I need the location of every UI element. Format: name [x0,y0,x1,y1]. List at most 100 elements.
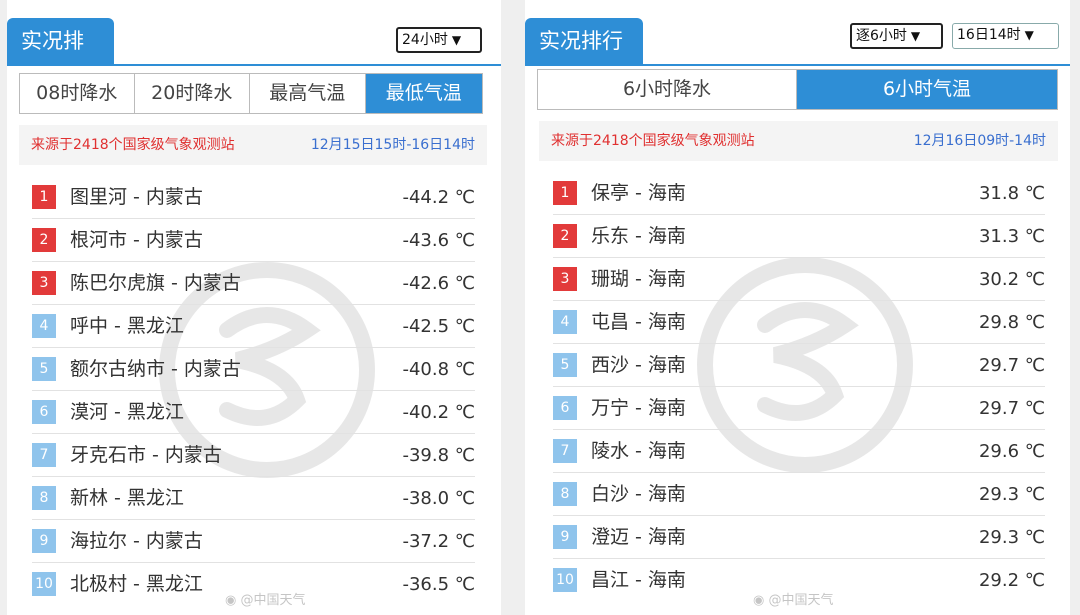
table-row[interactable]: 8 新林 - 黑龙江 -38.0 ℃ [32,477,475,520]
rank-badge: 8 [32,486,56,510]
right-source-bar: 来源于2418个国家级气象观测站 12月16日09时-14时 [539,121,1058,161]
table-row[interactable]: 8 白沙 - 海南 29.3 ℃ [553,473,1045,516]
table-row[interactable]: 1 图里河 - 内蒙古 -44.2 ℃ [32,176,475,219]
station-name: 屯昌 - 海南 [591,311,686,333]
left-tab-bar: 08时降水 20时降水 最高气温 最低气温 [19,73,483,114]
table-row[interactable]: 9 海拉尔 - 内蒙古 -37.2 ℃ [32,520,475,563]
tab-2000-precip[interactable]: 20时降水 [134,74,250,113]
station-value: 29.7 ℃ [978,355,1045,376]
table-row[interactable]: 6 漠河 - 黑龙江 -40.2 ℃ [32,391,475,434]
table-row[interactable]: 5 额尔古纳市 - 内蒙古 -40.8 ℃ [32,348,475,391]
rank-badge: 8 [553,482,577,506]
rank-badge: 3 [553,267,577,291]
station-value: 29.3 ℃ [978,484,1045,505]
station-value: -40.2 ℃ [402,402,475,423]
right-tab-bar: 6小时降水 6小时气温 [537,69,1058,110]
station-value: 31.8 ℃ [978,183,1045,204]
chevron-down-icon: ▼ [910,29,921,43]
table-row[interactable]: 2 乐东 - 海南 31.3 ℃ [553,215,1045,258]
left-source-bar: 来源于2418个国家级气象观测站 12月15日15时-16日14时 [19,125,487,165]
station-name: 新林 - 黑龙江 [70,487,184,509]
rank-badge: 1 [553,181,577,205]
station-name: 海拉尔 - 内蒙古 [70,530,203,552]
table-row[interactable]: 9 澄迈 - 海南 29.3 ℃ [553,516,1045,559]
station-name: 漠河 - 黑龙江 [70,401,184,423]
table-row[interactable]: 1 保亭 - 海南 31.8 ℃ [553,172,1045,215]
tab-max-temp[interactable]: 最高气温 [250,74,366,113]
station-name: 北极村 - 黑龙江 [70,573,203,595]
station-name: 万宁 - 海南 [591,397,686,419]
station-value: -39.8 ℃ [402,445,475,466]
table-row[interactable]: 3 珊瑚 - 海南 30.2 ℃ [553,258,1045,301]
station-value: -40.8 ℃ [402,359,475,380]
table-row[interactable]: 2 根河市 - 内蒙古 -43.6 ℃ [32,219,475,262]
station-value: -42.6 ℃ [402,273,475,294]
weibo-watermark: ◉ @中国天气 [225,589,306,608]
left-panel-title: 实况排行 [7,18,114,99]
left-ranking-panel: 实况排行 24小时▼ 08时降水 20时降水 最高气温 最低气温 来源于2418… [7,0,501,615]
rank-badge: 2 [32,228,56,252]
station-value: -43.6 ℃ [402,230,475,251]
table-row[interactable]: 4 屯昌 - 海南 29.8 ℃ [553,301,1045,344]
tab-6h-precip[interactable]: 6小时降水 [538,70,797,109]
left-ranking-list: 1 图里河 - 内蒙古 -44.2 ℃ 2 根河市 - 内蒙古 -43.6 ℃ 3 陈巴尔… [32,176,475,606]
rank-badge: 6 [553,396,577,420]
weibo-watermark-text: @中国天气 [768,593,834,608]
station-name: 牙克石市 - 内蒙古 [70,444,222,466]
station-value: -37.2 ℃ [402,531,475,552]
station-name: 额尔古纳市 - 内蒙古 [70,358,241,380]
table-row[interactable]: 7 陵水 - 海南 29.6 ℃ [553,430,1045,473]
right-ranking-list: 1 保亭 - 海南 31.8 ℃ 2 乐东 - 海南 31.3 ℃ 3 珊瑚 - 海南 30… [553,172,1045,602]
station-value: 29.6 ℃ [978,441,1045,462]
right-header: 实况排行 逐6小时 ▼ 16日14时 ▼ [525,0,1070,66]
rank-badge: 7 [32,443,56,467]
weibo-watermark-text: @中国天气 [240,593,306,608]
right-panel-title: 实况排行 [525,18,643,64]
table-row[interactable]: 6 万宁 - 海南 29.7 ℃ [553,387,1045,430]
station-value: 29.8 ℃ [978,312,1045,333]
station-name: 陵水 - 海南 [591,440,686,462]
tab-6h-temp[interactable]: 6小时气温 [797,70,1057,109]
rank-badge: 10 [553,568,577,592]
chevron-down-icon: ▼ [1024,28,1034,42]
interval-select-value: 逐6小时 [856,28,907,44]
rank-badge: 6 [32,400,56,424]
station-value: 31.3 ℃ [978,226,1045,247]
station-name: 呼中 - 黑龙江 [70,315,184,337]
rank-badge: 9 [32,529,56,553]
tab-min-temp[interactable]: 最低气温 [365,74,482,113]
table-row[interactable]: 5 西沙 - 海南 29.7 ℃ [553,344,1045,387]
station-value: 29.2 ℃ [978,570,1045,591]
station-name: 昌江 - 海南 [591,569,686,591]
station-value: -38.0 ℃ [402,488,475,509]
period-select[interactable]: 24小时 ▼ [396,27,482,53]
time-range: 12月16日09时-14时 [913,133,1046,149]
rank-badge: 9 [553,525,577,549]
rank-badge: 1 [32,185,56,209]
chevron-down-icon: ▼ [451,33,462,47]
weibo-icon: ◉ [225,593,237,608]
time-select[interactable]: 16日14时 ▼ [952,23,1059,49]
station-name: 图里河 - 内蒙古 [70,186,203,208]
source-text: 来源于2418个国家级气象观测站 [31,137,235,153]
table-row[interactable]: 7 牙克石市 - 内蒙古 -39.8 ℃ [32,434,475,477]
rank-badge: 4 [553,310,577,334]
interval-select[interactable]: 逐6小时 ▼ [850,23,943,49]
source-text: 来源于2418个国家级气象观测站 [551,133,755,149]
tab-0800-precip[interactable]: 08时降水 [20,74,135,113]
station-value: -36.5 ℃ [402,574,475,595]
table-row[interactable]: 4 呼中 - 黑龙江 -42.5 ℃ [32,305,475,348]
rank-badge: 5 [32,357,56,381]
station-name: 保亭 - 海南 [591,182,686,204]
station-name: 西沙 - 海南 [591,354,686,376]
table-row[interactable]: 3 陈巴尔虎旗 - 内蒙古 -42.6 ℃ [32,262,475,305]
station-value: -42.5 ℃ [402,316,475,337]
station-name: 乐东 - 海南 [591,225,686,247]
time-range: 12月15日15时-16日14时 [310,137,475,153]
station-name: 珊瑚 - 海南 [591,268,686,290]
period-select-value: 24小时 [402,32,448,48]
weibo-watermark: ◉ @中国天气 [753,589,834,608]
rank-badge: 7 [553,439,577,463]
rank-badge: 5 [553,353,577,377]
station-name: 根河市 - 内蒙古 [70,229,203,251]
